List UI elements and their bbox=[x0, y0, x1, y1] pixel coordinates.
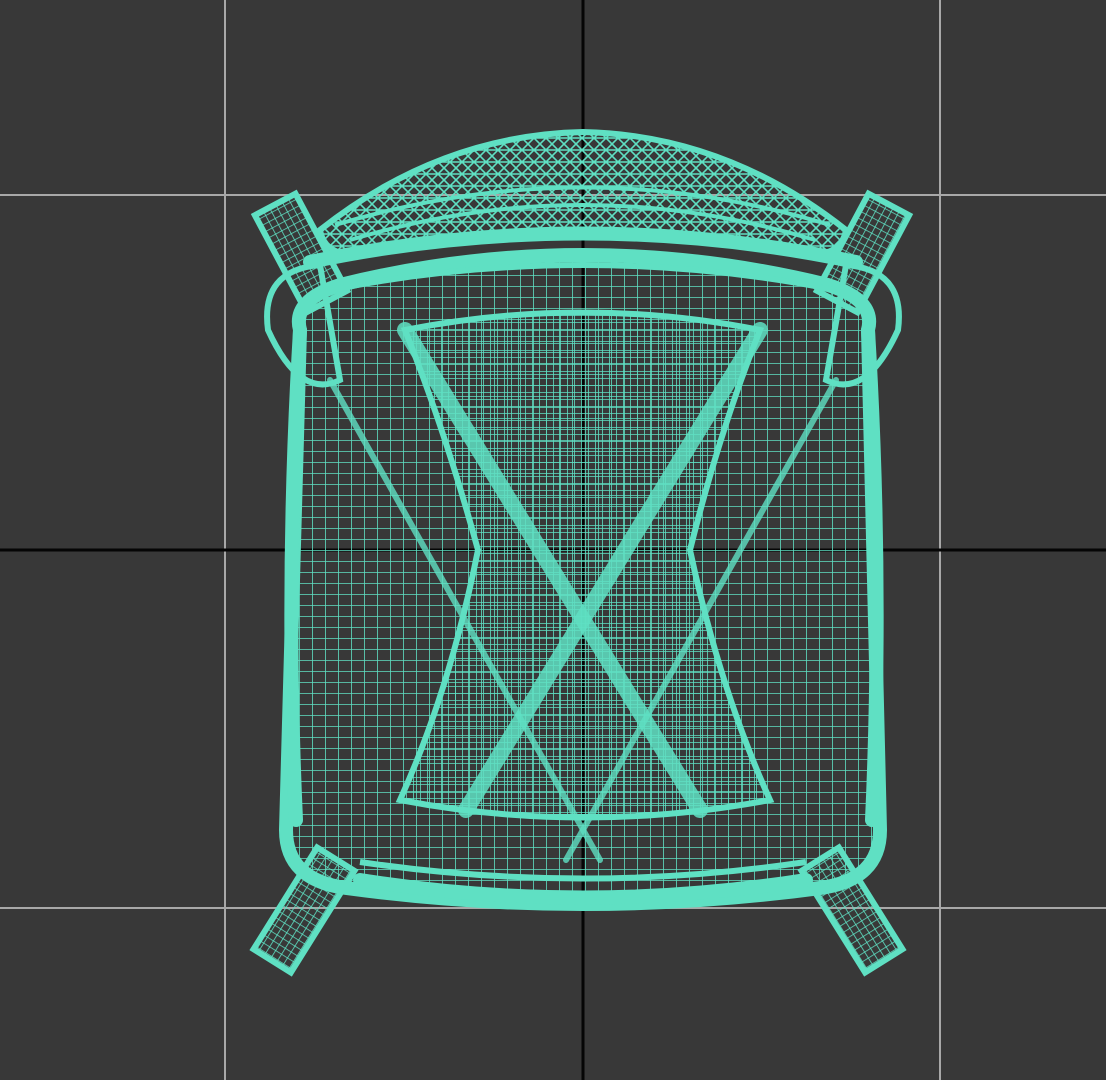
viewport-canvas[interactable] bbox=[0, 0, 1106, 1080]
top-view-viewport[interactable] bbox=[0, 0, 1106, 1080]
